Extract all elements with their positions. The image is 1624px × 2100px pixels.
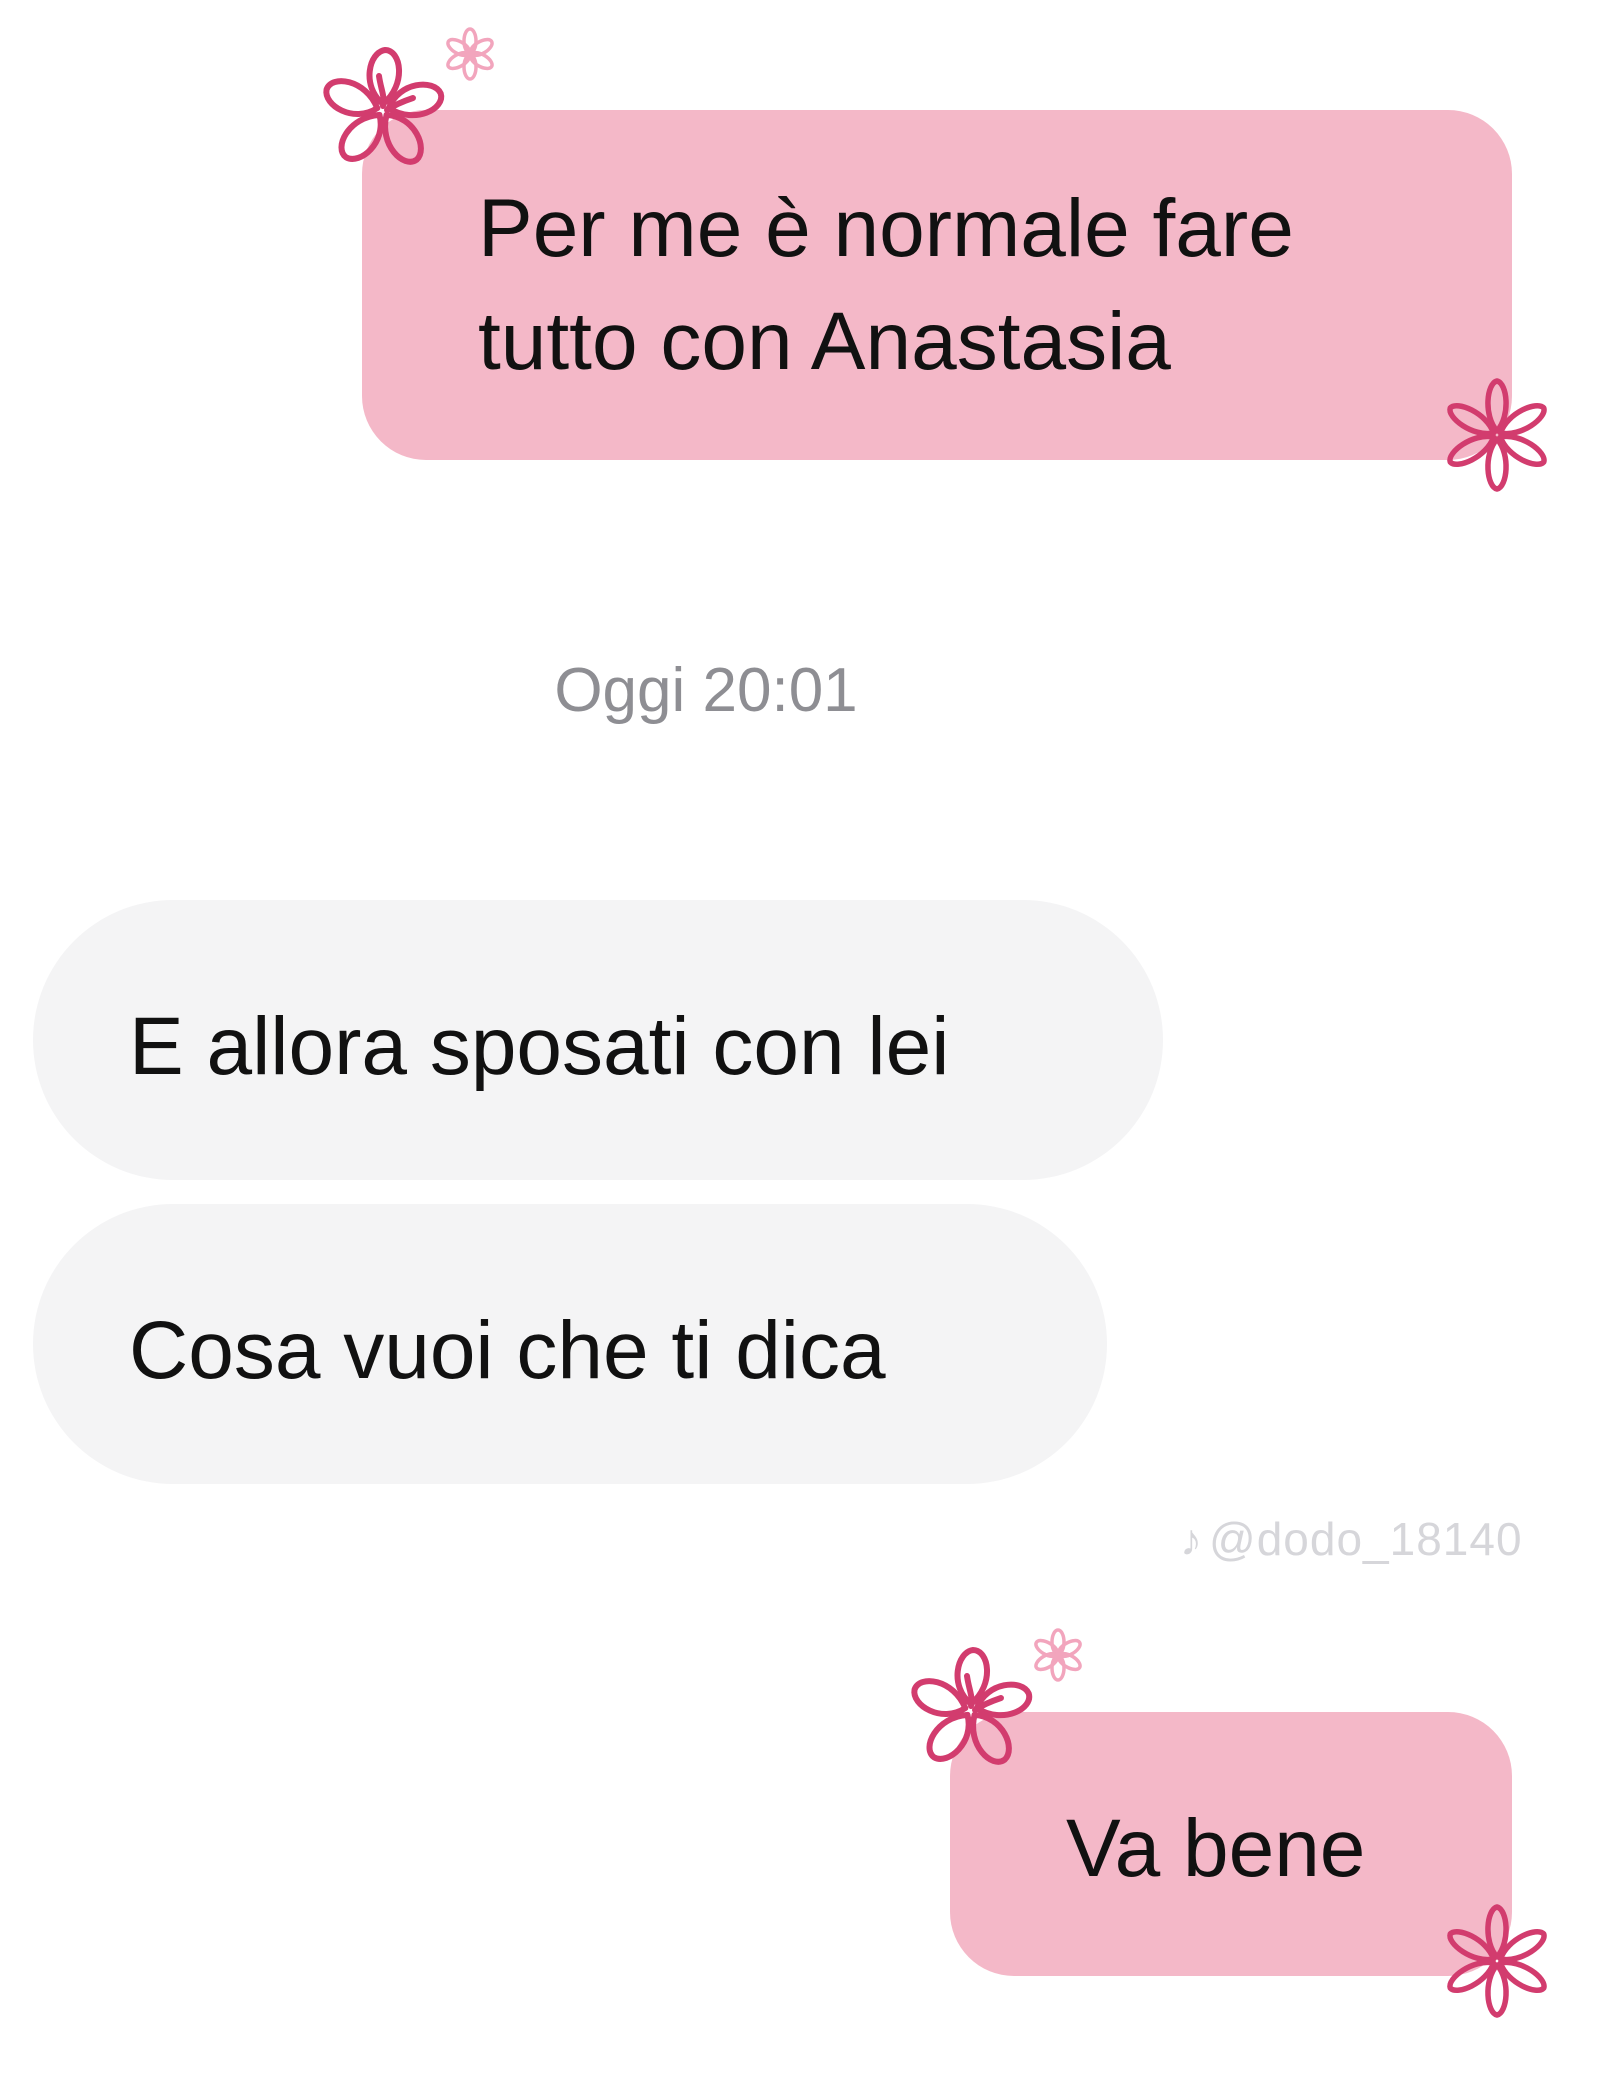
watermark-handle: @dodo_18140: [1209, 1513, 1523, 1565]
watermark: ♪ @dodo_18140: [1180, 1512, 1523, 1566]
flower-icon: [318, 45, 448, 175]
message-text: Per me è normale fare tutto con Anastasi…: [478, 183, 1294, 388]
incoming-message-bubble[interactable]: E allora sposati con lei: [33, 900, 1163, 1180]
timestamp: Oggi 20:01: [554, 656, 858, 725]
tiktok-icon: ♪: [1180, 1516, 1203, 1565]
message-text: E allora sposati con lei: [129, 1001, 950, 1092]
small-flower-icon: [1028, 1625, 1088, 1685]
outgoing-message-bubble[interactable]: Per me è normale fare tutto con Anastasi…: [362, 110, 1512, 460]
incoming-message-bubble[interactable]: Cosa vuoi che ti dica: [33, 1204, 1107, 1484]
flower-icon: [1432, 1896, 1562, 2026]
message-text: Va bene: [1066, 1803, 1366, 1894]
flower-icon: [906, 1645, 1036, 1775]
flower-icon: [1432, 370, 1562, 500]
small-flower-icon: [440, 24, 500, 84]
message-text: Cosa vuoi che ti dica: [129, 1305, 886, 1396]
